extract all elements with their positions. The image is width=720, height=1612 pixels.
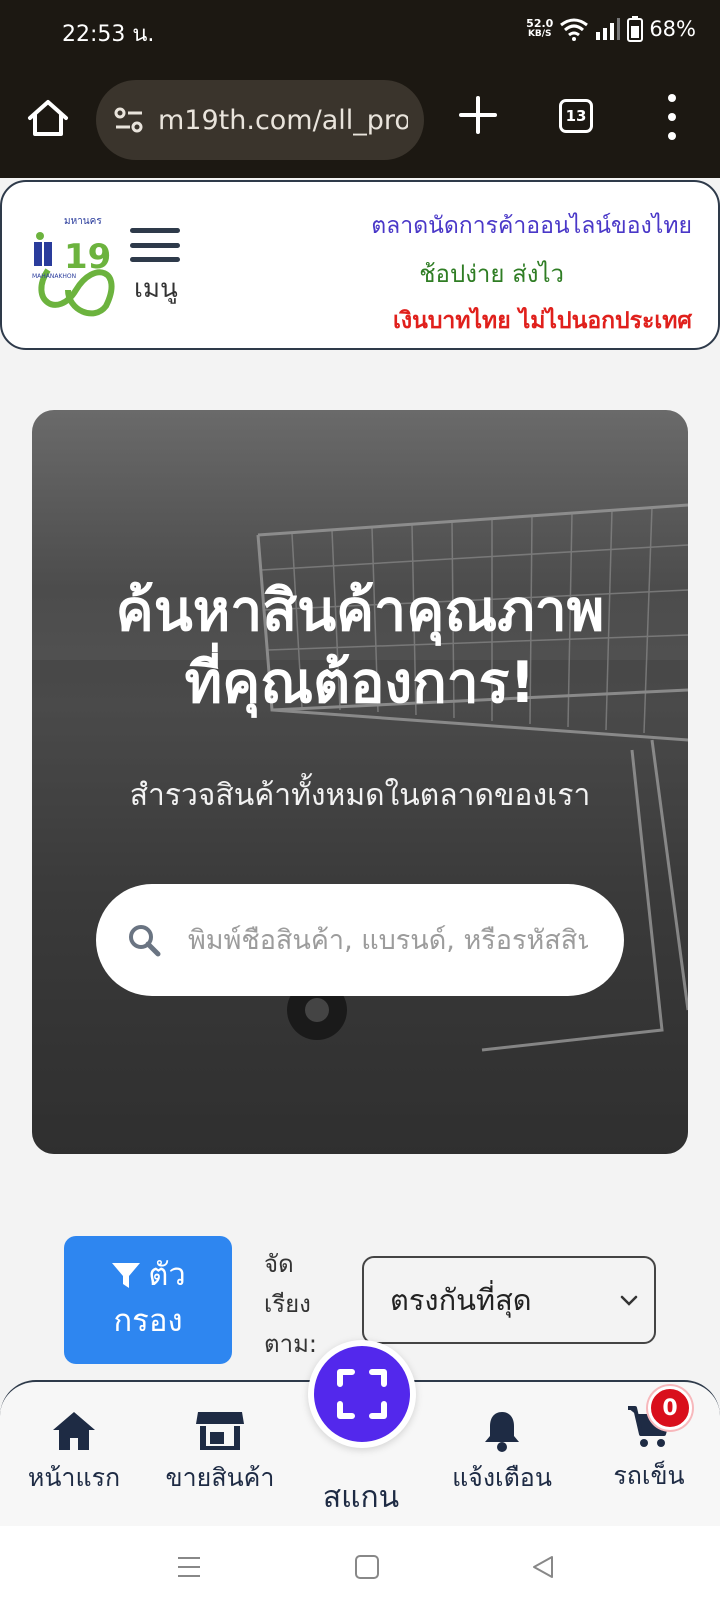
site-header: มหานคร 19 MAHANAKHON เมนู ตลาดนัดการค้าอ… bbox=[0, 180, 720, 350]
site-settings-icon[interactable] bbox=[112, 103, 146, 137]
scan-button[interactable] bbox=[308, 1340, 416, 1448]
system-navigation-bar bbox=[0, 1526, 720, 1612]
nav-home[interactable]: หน้าแรก bbox=[24, 1410, 124, 1498]
bell-icon bbox=[485, 1412, 519, 1452]
hero-title: ค้นหาสินค้าคุณภาพ ที่คุณต้องการ! bbox=[115, 578, 605, 716]
hamburger-icon[interactable] bbox=[130, 228, 180, 262]
home-icon[interactable] bbox=[24, 94, 72, 142]
m19-logo[interactable]: มหานคร 19 MAHANAKHON bbox=[28, 210, 124, 322]
svg-text:MAHANAKHON: MAHANAKHON bbox=[32, 273, 76, 280]
url-text[interactable]: m19th.com/all_pro bbox=[158, 105, 408, 136]
svg-text:19: 19 bbox=[64, 237, 111, 277]
network-speed: 52.0 KB/S bbox=[526, 17, 554, 39]
back-icon[interactable] bbox=[530, 1554, 556, 1580]
signal-icon bbox=[596, 18, 621, 40]
tagline-line-1: ตลาดนัดการค้าออนไลน์ของไทย bbox=[371, 213, 692, 239]
address-bar[interactable]: m19th.com/all_pro bbox=[96, 80, 424, 160]
status-bar: 22:53 น. 52.0 KB/S 68% bbox=[0, 0, 720, 64]
browser-toolbar: m19th.com/all_pro 13 bbox=[0, 64, 720, 178]
store-icon bbox=[196, 1412, 244, 1450]
nav-notifications[interactable]: แจ้งเตือน bbox=[446, 1410, 558, 1498]
nav-sell[interactable]: ขายสินค้า bbox=[160, 1410, 280, 1498]
menu-button[interactable]: เมนู bbox=[130, 228, 186, 308]
wifi-icon bbox=[560, 18, 589, 41]
tagline-line-3: เงินบาทไทย ไม่ไปนอกประเทศ bbox=[393, 308, 692, 334]
scan-label[interactable]: สแกน bbox=[306, 1474, 416, 1521]
scan-icon bbox=[337, 1369, 387, 1419]
tagline: ตลาดนัดการค้าออนไลน์ของไทย ช้อปง่าย ส่งไ… bbox=[371, 208, 692, 339]
more-options-icon[interactable] bbox=[660, 94, 684, 140]
tagline-line-2: ช้อปง่าย ส่งไว bbox=[419, 260, 564, 288]
svg-text:มหานคร: มหานคร bbox=[64, 216, 102, 227]
search-icon[interactable] bbox=[126, 922, 162, 958]
status-time: 22:53 น. bbox=[62, 22, 155, 47]
search-bar[interactable] bbox=[96, 884, 624, 996]
sort-select[interactable]: ตรงกันที่สุด bbox=[362, 1256, 656, 1344]
new-tab-icon[interactable] bbox=[455, 92, 501, 138]
status-indicators: 52.0 KB/S 68% bbox=[526, 16, 696, 42]
filter-icon bbox=[112, 1263, 141, 1288]
recent-apps-icon[interactable] bbox=[176, 1554, 202, 1580]
hero-banner: ค้นหาสินค้าคุณภาพ ที่คุณต้องการ! สำรวจสิ… bbox=[32, 410, 688, 1154]
home-icon bbox=[53, 1412, 95, 1450]
tab-switcher-button[interactable]: 13 bbox=[559, 99, 593, 133]
home-button-icon[interactable] bbox=[354, 1554, 380, 1580]
cart-count-badge: 0 bbox=[648, 1386, 692, 1430]
menu-label[interactable]: เมนู bbox=[134, 268, 186, 309]
battery-icon bbox=[627, 16, 644, 42]
sort-label: จัด เรียง ตาม: bbox=[264, 1250, 317, 1358]
battery-percent: 68% bbox=[649, 17, 696, 41]
filter-button[interactable]: ตัว กรอง bbox=[64, 1236, 232, 1364]
sort-selected-value[interactable]: ตรงกันที่สุด bbox=[390, 1277, 618, 1323]
search-input[interactable] bbox=[188, 924, 588, 956]
chevron-down-icon[interactable] bbox=[618, 1289, 640, 1311]
hero-subtitle: สำรวจสินค้าทั้งหมดในตลาดของเรา bbox=[129, 778, 591, 813]
